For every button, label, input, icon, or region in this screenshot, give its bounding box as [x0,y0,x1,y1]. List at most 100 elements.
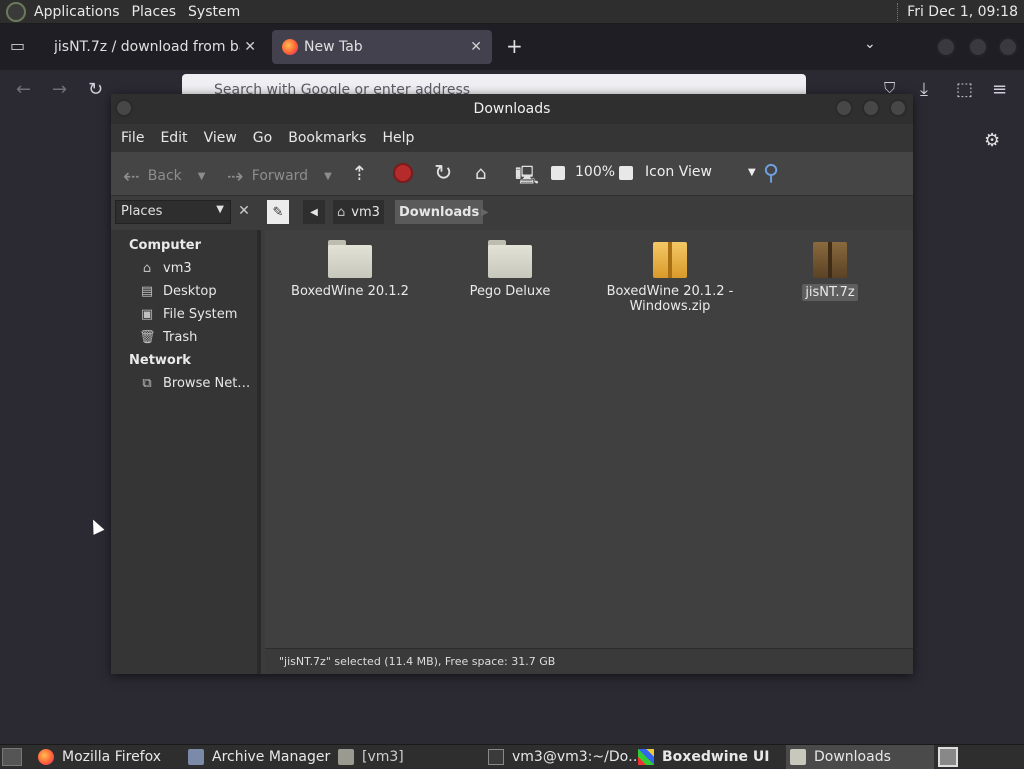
task-archive-manager[interactable]: Archive Manager [188,745,330,769]
menu-view[interactable]: View [198,130,243,146]
bottom-taskbar: Mozilla Firefox Archive Manager [vm3] vm… [0,744,1024,769]
sidebar-item-vm3[interactable]: ⌂ vm3 [111,257,257,280]
file-item-jisnt-7z[interactable]: jisNT.7z [765,230,895,301]
menu-help[interactable]: Help [376,130,420,146]
file-item-pego-deluxe-folder[interactable]: Pego Deluxe [445,230,575,299]
search-icon[interactable]: ⚲ [763,161,779,186]
folder-icon [328,240,372,278]
sidebar-heading-network: Network [129,353,191,368]
folder-icon [488,240,532,278]
up-arrow-icon[interactable]: ⇡ [351,161,368,185]
task-downloads[interactable]: Downloads [786,745,934,769]
firefox-icon [282,39,298,55]
back-button[interactable]: ⇠ Back ▼ [123,164,205,188]
zoom-in-icon[interactable] [619,166,633,180]
tab-list-icon[interactable]: ▭ [10,36,25,55]
drive-icon: ▣ [140,307,154,322]
hamburger-menu-icon[interactable]: ≡ [992,79,1007,100]
sidebar-item-label: Trash [163,330,198,345]
tab-label: New Tab [304,39,363,55]
menu-bookmarks[interactable]: Bookmarks [282,130,372,146]
close-window-button[interactable] [998,37,1018,57]
sidebar-mode-label: Places [121,204,163,219]
window-title: Downloads [473,101,551,117]
sidebar-item-trash[interactable]: 🗑 Trash [111,326,257,349]
close-tab-icon[interactable]: ✕ [470,39,482,55]
breadcrumb-left-arrow-icon[interactable]: ◀ [303,200,325,224]
clock[interactable]: Fri Dec 1, 09:18 [907,4,1024,20]
menubar: File Edit View Go Bookmarks Help [111,124,913,152]
view-mode-select[interactable]: Icon View ▼ [645,164,756,180]
file-item-boxedwine-zip[interactable]: BoxedWine 20.1.2 - Windows.zip [605,230,735,314]
back-label: Back [147,168,182,184]
window-titlebar[interactable]: Downloads [111,94,913,124]
breadcrumb-vm3[interactable]: ⌂ vm3 [333,200,384,224]
toggle-location-entry-icon[interactable]: ✎ [267,200,289,224]
location-bar: Places ▼ ✕ ✎ ◀ ⌂ vm3 Downloads ▶ [111,196,913,230]
forward-history-chevron-icon[interactable]: ▼ [324,171,332,182]
stop-icon[interactable] [393,163,413,183]
distro-logo-icon[interactable] [6,1,26,22]
toolbar: ⇠ Back ▼ ⇢ Forward ▼ ⇡ ↻ ⌂ 🖳 100% Icon V… [111,152,913,196]
back-arrow-icon[interactable]: ← [16,79,31,100]
settings-gear-icon[interactable]: ⚙ [984,130,1000,151]
reload-icon[interactable]: ↻ [434,161,452,186]
home-icon: ⌂ [142,261,152,276]
task-terminal[interactable]: vm3@vm3:~/Do… [488,745,642,769]
sidebar-mode-select[interactable]: Places ▼ [115,200,231,224]
task-label: Mozilla Firefox [62,749,162,765]
zoom-out-icon[interactable] [551,166,565,180]
file-name: jisNT.7z [802,284,858,301]
sidebar-item-label: Browse Net… [163,376,251,391]
task-label: Boxedwine UI [662,749,770,765]
close-button[interactable] [889,99,907,117]
menu-places[interactable]: Places [126,4,183,20]
reload-icon[interactable]: ↻ [88,79,103,100]
tab-new-tab[interactable]: New Tab ✕ [272,30,492,64]
task-vm3-folder[interactable]: [vm3] [338,745,404,769]
forward-button[interactable]: ⇢ Forward ▼ [227,164,332,188]
show-desktop-icon[interactable] [2,748,22,766]
sidebar-item-desktop[interactable]: ▤ Desktop [111,280,257,303]
menu-edit[interactable]: Edit [154,130,193,146]
trash-icon: 🗑 [139,330,156,345]
task-label: Archive Manager [212,749,331,765]
minimize-button[interactable] [835,99,853,117]
close-tab-icon[interactable]: ✕ [244,39,256,55]
menu-go[interactable]: Go [247,130,278,146]
dropdown-chevron-icon: ▼ [216,204,224,215]
menu-file[interactable]: File [115,130,150,146]
back-history-chevron-icon[interactable]: ▼ [198,171,206,182]
task-label: [vm3] [362,749,404,765]
menu-system[interactable]: System [182,4,246,20]
home-icon[interactable]: ⌂ [475,163,486,184]
file-icon-view[interactable]: BoxedWine 20.1.2 Pego Deluxe BoxedWine 2… [265,230,913,648]
forward-arrow-icon[interactable]: → [52,79,67,100]
sidebar-item-browse-network[interactable]: ⧉ Browse Net… [111,372,257,395]
menu-applications[interactable]: Applications [28,4,126,20]
folder-icon [790,749,806,765]
list-all-tabs-chevron-icon[interactable]: ⌄ [864,36,876,52]
view-mode-chevron-icon: ▼ [747,166,756,178]
sidebar-item-file-system[interactable]: ▣ File System [111,303,257,326]
maximize-button[interactable] [862,99,880,117]
breadcrumb-downloads[interactable]: Downloads [395,200,484,224]
computer-icon[interactable]: 🖳 [515,163,539,193]
folder-icon [338,749,354,765]
workspace-switcher[interactable] [938,747,958,767]
task-mozilla-firefox[interactable]: Mozilla Firefox [38,745,161,769]
file-name: Pego Deluxe [469,284,551,299]
mouse-pointer-icon [87,517,105,535]
breadcrumb-right-arrow-icon[interactable]: ▶ [477,200,493,224]
file-item-boxedwine-folder[interactable]: BoxedWine 20.1.2 [285,230,415,299]
minimize-window-button[interactable] [936,37,956,57]
extensions-icon[interactable]: ⬚ [956,79,973,100]
close-sidebar-icon[interactable]: ✕ [232,200,256,224]
new-tab-plus-icon[interactable]: + [506,34,523,58]
window-menu-button[interactable] [115,99,133,117]
task-boxedwine-ui[interactable]: Boxedwine UI [638,745,769,769]
downloads-icon[interactable]: ⤓ [920,79,928,100]
task-label: vm3@vm3:~/Do… [512,749,643,765]
tab-jisnt-download[interactable]: jisNT.7z / download from bashu ✕ [44,30,266,64]
maximize-window-button[interactable] [968,37,988,57]
